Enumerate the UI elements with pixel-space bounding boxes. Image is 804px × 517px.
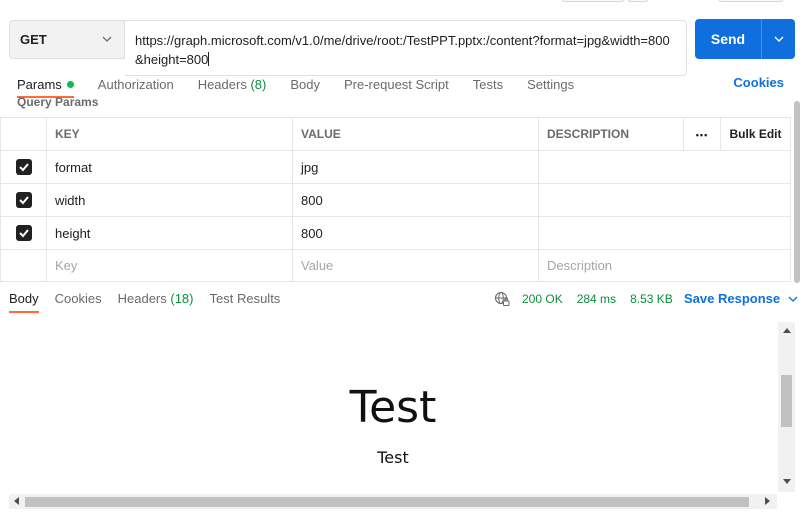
query-params-heading: Query Params [17,95,99,109]
check-icon [18,163,29,172]
status-code[interactable]: 200 OK [522,292,563,306]
description-column-header: DESCRIPTION [538,117,684,151]
param-description[interactable] [538,150,791,184]
param-checkbox[interactable] [15,192,32,209]
value-input[interactable]: Value [292,249,539,282]
preview-subtitle: Test [377,448,409,467]
scrollbar-thumb[interactable] [25,497,749,507]
response-time[interactable]: 284 ms [577,292,616,306]
tab-body[interactable]: Body [290,77,320,92]
tab-settings[interactable]: Settings [527,77,574,92]
tab-label: Headers [117,291,167,306]
checkbox-cell [0,216,47,250]
url-input[interactable]: https://graph.microsoft.com/v1.0/me/driv… [125,20,687,76]
param-description[interactable] [538,183,791,217]
preview-horizontal-scrollbar[interactable] [9,494,777,509]
scrollbar-thumb[interactable] [794,101,800,283]
scroll-down-arrow-icon[interactable] [783,479,791,485]
param-key[interactable]: width [46,183,293,217]
send-button[interactable]: Send [695,19,795,59]
response-meta: 200 OK 284 ms 8.53 KB [494,291,687,307]
tab-response-body[interactable]: Body [9,291,39,313]
globe-lock-icon[interactable] [494,291,510,307]
key-column-header: KEY [46,117,293,151]
param-description[interactable] [538,216,791,250]
chevron-down-icon [102,36,112,42]
param-checkbox[interactable] [15,159,32,176]
chevron-down-icon [774,36,783,42]
method-select[interactable]: GET [9,20,125,59]
tab-label: Params [17,76,62,92]
headers-count: (8) [250,76,267,92]
scroll-up-arrow-icon[interactable] [783,327,791,333]
param-key[interactable]: format [46,150,293,184]
send-options-button[interactable] [762,34,795,44]
method-label: GET [20,32,47,47]
top-control[interactable] [561,0,625,2]
send-label: Send [710,31,746,47]
tab-authorization[interactable]: Authorization [98,77,174,92]
top-control[interactable] [718,0,784,2]
empty-checkbox-cell [0,249,47,282]
tab-response-headers[interactable]: Headers (18) [118,291,194,306]
checkbox-cell [0,150,47,184]
text-caret [208,52,210,66]
response-preview: Test Test [9,322,777,492]
top-control[interactable] [627,0,649,2]
value-column-header: VALUE [292,117,539,151]
param-checkbox[interactable] [15,225,32,242]
response-tabs: Body Cookies Headers (18) Test Results [9,291,296,313]
query-params-table: KEY VALUE DESCRIPTION ••• Bulk Edit form… [0,117,791,282]
tab-params[interactable]: Params [17,76,74,98]
response-headers-count: (18) [170,291,194,306]
tab-label: Headers [197,76,247,92]
tab-tests[interactable]: Tests [473,77,503,92]
url-text: https://graph.microsoft.com/v1.0/me/driv… [135,33,670,67]
table-row: format jpg [0,150,791,184]
cookies-link[interactable]: Cookies [733,75,784,90]
checkbox-cell [0,183,47,217]
bulk-edit-button[interactable]: Bulk Edit [720,117,791,151]
description-input[interactable]: Description [538,249,791,282]
table-row-new: Key Value Description [0,249,791,282]
params-scrollbar[interactable] [792,101,802,283]
param-key[interactable]: height [46,216,293,250]
top-toolbar-strip [0,0,804,10]
table-header-row: KEY VALUE DESCRIPTION ••• Bulk Edit [0,117,791,151]
scroll-right-arrow-icon[interactable] [765,497,771,505]
param-value[interactable]: 800 [292,216,539,250]
tab-headers[interactable]: Headers (8) [198,77,267,92]
param-value[interactable]: 800 [292,183,539,217]
key-input[interactable]: Key [46,249,293,282]
tab-test-results[interactable]: Test Results [210,291,281,306]
table-row: height 800 [0,216,791,250]
scrollbar-thumb[interactable] [781,375,792,427]
check-icon [18,229,29,238]
table-row: width 800 [0,183,791,217]
scroll-left-arrow-icon[interactable] [13,497,19,505]
tab-pre-request-script[interactable]: Pre-request Script [344,77,449,92]
more-dots-icon: ••• [695,130,709,140]
save-response-button[interactable]: Save Response [684,291,798,306]
preview-vertical-scrollbar[interactable] [778,322,795,492]
response-size[interactable]: 8.53 KB [630,292,673,306]
tab-response-cookies[interactable]: Cookies [55,291,102,306]
save-response-label: Save Response [684,291,781,306]
request-tabs: Params Authorization Headers (8) Body Pr… [17,75,598,98]
more-options-button[interactable]: ••• [683,117,721,151]
param-value[interactable]: jpg [292,150,539,184]
checkbox-column-header [0,117,47,151]
params-active-dot [66,80,74,88]
chevron-down-icon [788,296,798,302]
check-icon [18,196,29,205]
preview-title: Test [349,382,437,433]
